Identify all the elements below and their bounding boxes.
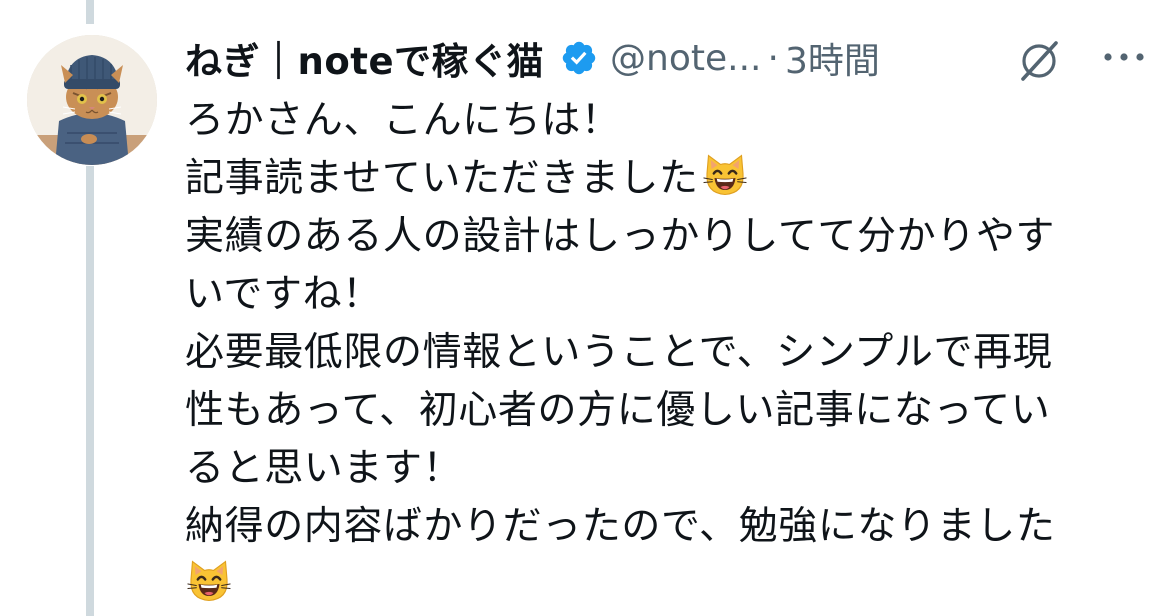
tweet-line-text: 記事読ませていただきました [185,156,699,201]
tweet-line: 記事読ませていただきました [185,150,1145,208]
tweet-line-text: 性もあって、初心者の方に優しい記事になってい [185,388,1051,433]
tweet-line: 必要最低限の情報ということで、シンプルで再現 [185,324,1145,382]
tweet-line-text: 必要最低限の情報ということで、シンプルで再現 [185,330,1053,375]
tweet-line: いですね！ [185,266,1145,324]
tweet-line: 実績のある人の設計はしっかりしてて分かりやす [185,208,1145,266]
more-options-icon[interactable] [1096,37,1152,77]
thread-line-top [86,0,94,24]
tweet-line [185,556,1145,614]
tweet-line-text: 納得の内容ばかりだったので、勉強になりました [185,504,1056,549]
tweet-line-text: ろかさん、こんにちは！ [185,98,621,143]
grinning-cat-emoji-icon [185,557,233,605]
tweet-line: 性もあって、初心者の方に優しい記事になってい [185,382,1145,440]
tweet-line-text: ると思います！ [185,446,463,491]
author-display-name[interactable]: ねぎ｜noteで稼ぐ猫 [185,31,544,85]
tweet-line-text: 実績のある人の設計はしっかりしてて分かりやす [185,214,1056,259]
tweet-line-text: いですね！ [185,272,382,317]
separator-dot: · [767,37,779,79]
tweet-header: ねぎ｜noteで稼ぐ猫 @note... · 3時間 [185,28,1145,88]
cat-avatar-icon: NOTE [27,35,157,165]
tweet-text: ろかさん、こんにちは！ 記事読ませていただきました 実績のある人の設計はしっかり… [185,92,1145,614]
grinning-cat-emoji-icon [701,151,749,199]
avatar[interactable]: NOTE [27,35,157,165]
tweet-line: ると思います！ [185,440,1145,498]
grok-icon[interactable] [1014,36,1064,86]
verified-badge-icon[interactable] [560,39,598,77]
tweet-line: 納得の内容ばかりだったので、勉強になりました [185,498,1145,556]
tweet-timestamp[interactable]: 3時間 [785,32,880,84]
tweet-line: ろかさん、こんにちは！ [185,92,1145,150]
thread-line [86,166,94,616]
author-handle[interactable]: @note... [610,38,761,79]
